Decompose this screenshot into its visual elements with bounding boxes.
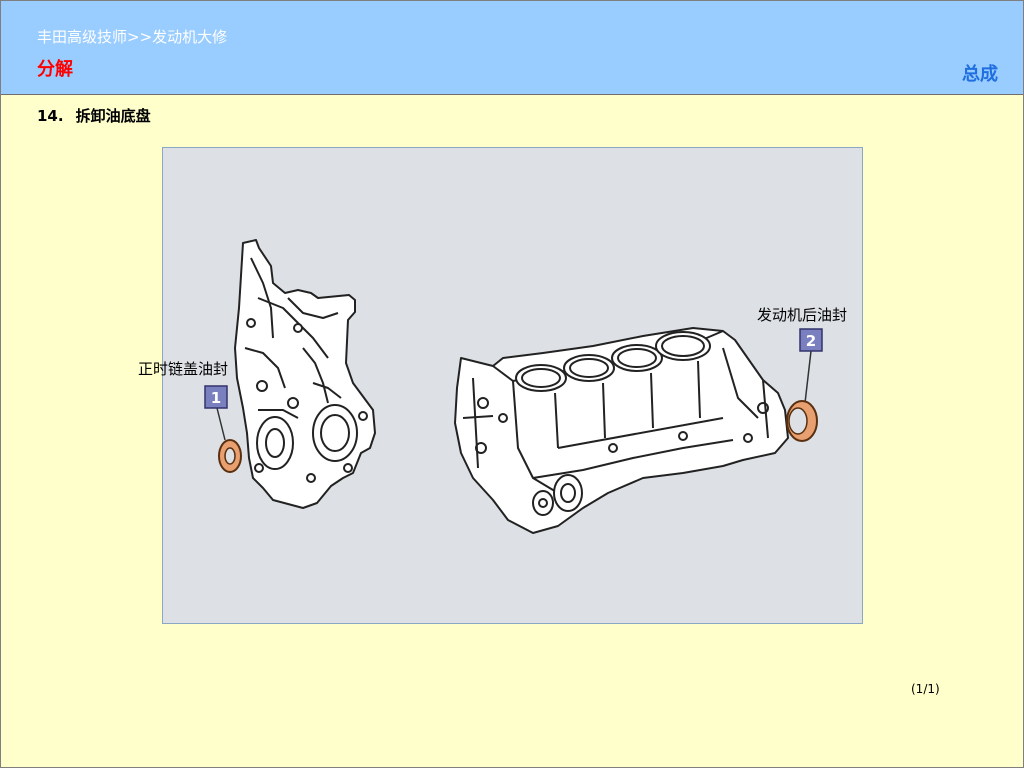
callout-badge-2: 2 — [799, 328, 823, 352]
assembly-link[interactable]: 总成 — [962, 60, 998, 86]
callout-2-number: 2 — [806, 332, 816, 350]
callout-badge-1: 1 — [204, 385, 228, 409]
oil-seal-2-icon — [786, 400, 818, 442]
callout-1-number: 1 — [211, 389, 221, 407]
step-number: 14. — [37, 107, 64, 125]
step-heading: 14. 拆卸油底盘 — [37, 105, 151, 126]
page-indicator: (1/1) — [911, 682, 940, 696]
engine-illustration: 1 2 正时链盖油封 发动机后油封 — [138, 147, 863, 624]
section-title: 分解 — [37, 59, 73, 80]
header-bar: 丰田高级技师>>发动机大修 分解 总成 — [1, 1, 1023, 95]
timing-chain-cover-drawing — [234, 239, 376, 509]
oil-seal-1-icon — [218, 439, 242, 473]
callout-1-label: 正时链盖油封 — [138, 360, 229, 378]
cylinder-block-drawing — [454, 327, 789, 534]
callout-2-group: 2 — [786, 328, 823, 442]
leader-line-2 — [804, 350, 812, 404]
engine-illustration-svg: 1 2 — [204, 239, 823, 534]
step-title: 拆卸油底盘 — [75, 107, 151, 125]
page: 丰田高级技师>>发动机大修 分解 总成 14. 拆卸油底盘 1 2 正时链盖油封… — [0, 0, 1024, 768]
callout-1-group: 1 — [204, 385, 242, 473]
leader-line-1 — [216, 407, 226, 441]
callout-2-label: 发动机后油封 — [757, 306, 848, 324]
breadcrumb: 丰田高级技师>>发动机大修 — [37, 28, 228, 46]
